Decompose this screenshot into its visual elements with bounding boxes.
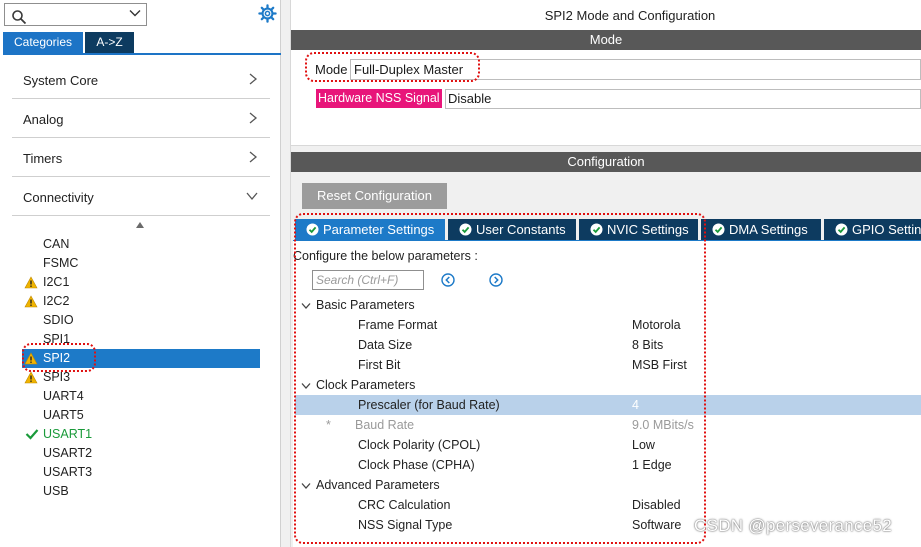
mode-section-header: Mode bbox=[291, 30, 921, 50]
page-title: SPI2 Mode and Configuration bbox=[544, 8, 716, 23]
category-label: Timers bbox=[23, 151, 63, 166]
tab-categories[interactable]: Categories bbox=[3, 32, 83, 53]
peripheral-name: I2C1 bbox=[43, 275, 70, 289]
chevron-right-icon bbox=[249, 112, 258, 124]
list-item-i2c2[interactable]: I2C2 bbox=[22, 292, 260, 311]
peripheral-name: USART1 bbox=[43, 427, 93, 441]
category-label: Connectivity bbox=[23, 190, 94, 205]
list-item-can[interactable]: CAN bbox=[22, 235, 260, 254]
reset-configuration-button[interactable]: Reset Configuration bbox=[302, 183, 447, 209]
panel-splitter[interactable] bbox=[281, 0, 291, 547]
tab-label: DMA Settings bbox=[729, 222, 808, 237]
category-label: System Core bbox=[23, 73, 99, 88]
warning-icon bbox=[24, 276, 38, 289]
annotation-mode-highlight bbox=[305, 52, 480, 82]
check-circle-icon bbox=[835, 223, 848, 236]
search-icon bbox=[12, 10, 27, 25]
scroll-up-icon[interactable] bbox=[135, 220, 145, 230]
watermark: CSDN @perseverance52 bbox=[694, 516, 893, 535]
chevron-right-icon bbox=[249, 73, 258, 85]
check-circle-icon bbox=[712, 223, 725, 236]
list-item-usart2[interactable]: USART2 bbox=[22, 444, 260, 463]
peripheral-name: SPI3 bbox=[43, 370, 71, 384]
tab-underline bbox=[3, 53, 281, 55]
list-item-fsmc[interactable]: FSMC bbox=[22, 254, 260, 273]
peripheral-name: I2C2 bbox=[43, 294, 70, 308]
peripheral-name: USART3 bbox=[43, 465, 93, 479]
chevron-down-icon[interactable] bbox=[129, 7, 141, 19]
category-system-core[interactable]: System Core bbox=[12, 61, 270, 99]
tab-dma-settings[interactable]: DMA Settings bbox=[701, 219, 821, 240]
hardware-nss-label: Hardware NSS Signal bbox=[316, 89, 442, 108]
peripheral-name: USART2 bbox=[43, 446, 93, 460]
list-item-i2c1[interactable]: I2C1 bbox=[22, 273, 260, 292]
peripheral-name: UART5 bbox=[43, 408, 84, 422]
list-item-usb[interactable]: USB bbox=[22, 482, 260, 501]
peripheral-name: UART4 bbox=[43, 389, 84, 403]
list-item-usart3[interactable]: USART3 bbox=[22, 463, 260, 482]
peripheral-search-combo[interactable] bbox=[4, 3, 147, 26]
check-icon bbox=[25, 429, 39, 440]
category-connectivity[interactable]: Connectivity bbox=[12, 178, 270, 216]
tab-gpio-settings[interactable]: GPIO Settings bbox=[824, 219, 921, 240]
category-label: Analog bbox=[23, 112, 64, 127]
peripheral-name: FSMC bbox=[43, 256, 79, 270]
tab-label: GPIO Settings bbox=[852, 222, 921, 237]
list-item-usart1[interactable]: USART1 bbox=[22, 425, 260, 444]
peripheral-name: SDIO bbox=[43, 313, 74, 327]
tab-a-to-z[interactable]: A->Z bbox=[85, 32, 134, 53]
annotation-spi2-highlight bbox=[22, 343, 96, 372]
warning-icon bbox=[24, 371, 38, 384]
category-timers[interactable]: Timers bbox=[12, 139, 270, 177]
category-analog[interactable]: Analog bbox=[12, 100, 270, 138]
gear-icon[interactable] bbox=[258, 4, 277, 23]
section-divider[interactable] bbox=[291, 145, 921, 152]
warning-icon bbox=[24, 295, 38, 308]
chevron-right-icon bbox=[249, 151, 258, 163]
annotation-parameters-highlight bbox=[294, 213, 706, 544]
list-item-uart5[interactable]: UART5 bbox=[22, 406, 260, 425]
configuration-section-header: Configuration bbox=[291, 152, 921, 172]
list-item-uart4[interactable]: UART4 bbox=[22, 387, 260, 406]
peripheral-name: USB bbox=[43, 484, 69, 498]
list-item-sdio[interactable]: SDIO bbox=[22, 311, 260, 330]
hardware-nss-select[interactable]: Disable bbox=[445, 89, 921, 109]
chevron-down-icon bbox=[246, 192, 258, 201]
left-panel: Categories A->Z System Core Analog Timer… bbox=[0, 0, 281, 547]
peripheral-name: CAN bbox=[43, 237, 70, 251]
